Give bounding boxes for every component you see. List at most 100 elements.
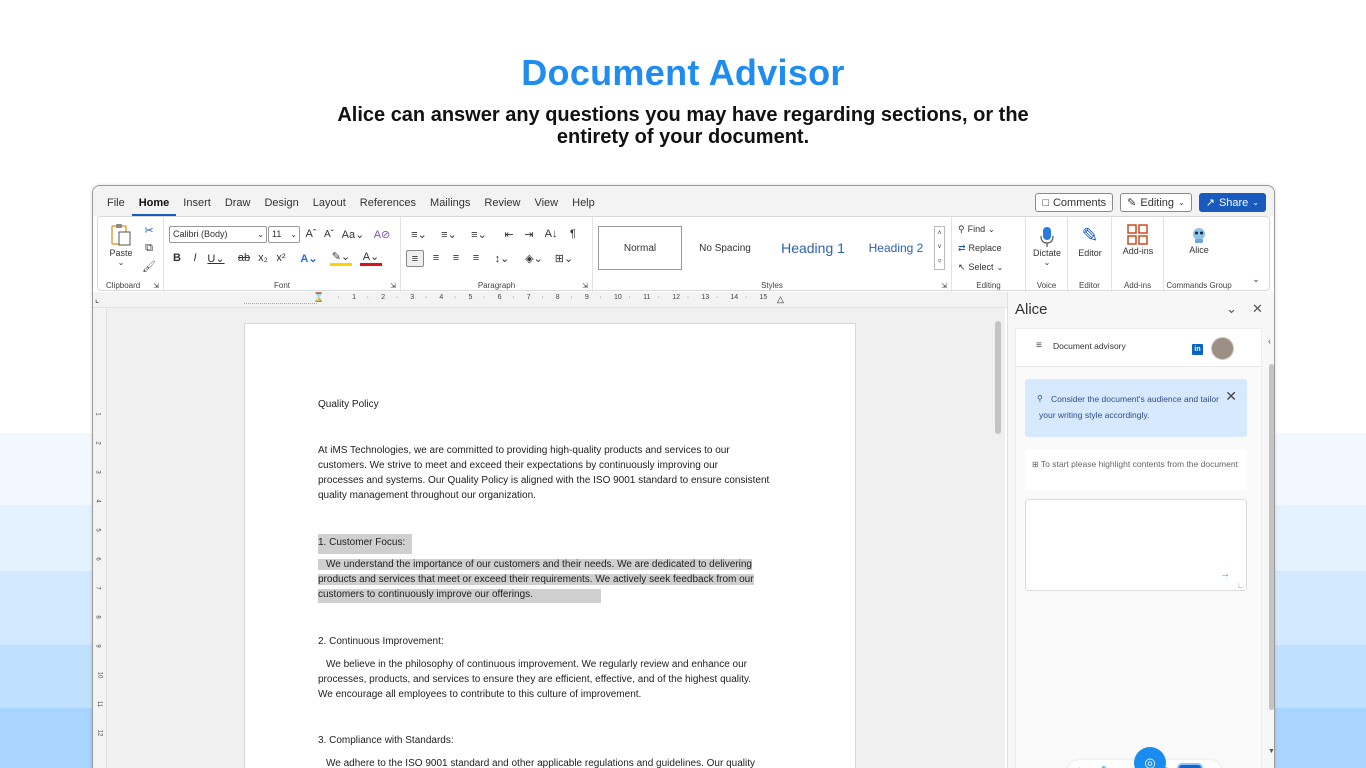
main-action-button[interactable]: ◎ xyxy=(1134,747,1166,768)
align-center-icon[interactable]: ≡ xyxy=(428,250,444,266)
borders-icon[interactable]: ⊞⌄ xyxy=(551,250,577,266)
dictate-button[interactable]: Dictate ⌄ xyxy=(1028,221,1066,271)
pane-options-chevron-icon[interactable]: ⌄ xyxy=(1226,301,1237,317)
vertical-ruler[interactable]: 1 2 3 4 5 6 7 8 9 10 11 12 xyxy=(93,308,107,768)
select-button[interactable]: ↖ Select ⌄ xyxy=(958,259,1020,275)
change-case-icon[interactable]: Aa⌄ xyxy=(341,226,365,242)
align-left-icon[interactable]: ≡ xyxy=(406,250,424,267)
increase-indent-icon[interactable]: ⇥ xyxy=(521,226,537,242)
close-icon[interactable]: ✕ xyxy=(1252,301,1263,317)
replace-icon: ⇄ xyxy=(958,242,966,253)
style-heading-2-label: Heading 2 xyxy=(868,241,924,255)
paste-button[interactable]: Paste ⌄ xyxy=(106,222,136,268)
mode-label: Document advisory xyxy=(1053,341,1126,351)
font-size-select[interactable]: 11 ⌄ xyxy=(268,226,300,243)
tab-selector-icon[interactable]: ⌞ xyxy=(95,294,99,305)
resize-handle-icon[interactable]: ∟ xyxy=(1237,581,1245,590)
editing-mode-button[interactable]: ✎ Editing ⌄ xyxy=(1120,193,1192,212)
style-no-spacing[interactable]: No Spacing xyxy=(684,226,766,270)
sort-icon[interactable]: A↓ xyxy=(543,226,559,242)
menu-design[interactable]: Design xyxy=(257,186,305,216)
underline-icon[interactable]: U⌄ xyxy=(206,250,226,266)
style-normal[interactable]: Normal xyxy=(598,226,682,270)
clear-formatting-icon[interactable]: A⊘ xyxy=(374,226,391,242)
menu-view[interactable]: View xyxy=(527,186,565,216)
menu-icon[interactable]: ≡ xyxy=(1036,340,1042,351)
superscript-icon[interactable]: x² xyxy=(274,250,288,266)
question-input[interactable]: → ∟ xyxy=(1025,499,1247,591)
menu-references[interactable]: References xyxy=(353,186,423,216)
dialog-launcher-icon[interactable]: ⇲ xyxy=(152,282,160,290)
pane-scrollbar[interactable]: ‹ ▼ xyxy=(1268,328,1274,768)
style-heading-1[interactable]: Heading 1 xyxy=(766,226,860,270)
text-effects-icon[interactable]: A⌄ xyxy=(298,250,320,266)
dialog-launcher-icon[interactable]: ⇲ xyxy=(940,282,948,290)
comments-button[interactable]: □ Comments xyxy=(1035,193,1114,212)
italic-icon[interactable]: I xyxy=(188,250,202,266)
addins-button[interactable]: Add-ins xyxy=(1116,221,1160,259)
alice-button[interactable]: Alice xyxy=(1178,221,1220,259)
show-formatting-icon[interactable]: ¶ xyxy=(565,226,581,242)
menu-insert[interactable]: Insert xyxy=(176,186,218,216)
scroll-down-icon: ˅ xyxy=(937,244,942,251)
addins-button-label: Add-ins xyxy=(1122,246,1154,256)
collapse-ribbon-icon[interactable]: ⌄ xyxy=(1251,274,1261,284)
cut-icon[interactable]: ✂ xyxy=(142,223,156,237)
hero-subtitle-line-1: Alice can answer any questions you may h… xyxy=(337,104,1029,126)
chevron-left-icon[interactable]: ‹ xyxy=(1268,336,1271,346)
strikethrough-icon[interactable]: ab xyxy=(236,250,252,266)
format-painter-icon[interactable]: 🖌 xyxy=(142,259,156,273)
font-color-icon[interactable]: A⌄ xyxy=(360,250,382,266)
vertical-ruler-label: 5 xyxy=(94,528,101,532)
ruler-dot: · xyxy=(395,294,399,301)
numbering-icon[interactable]: ≡⌄ xyxy=(436,226,462,242)
menu-help[interactable]: Help xyxy=(565,186,602,216)
bullets-icon[interactable]: ≡⌄ xyxy=(406,226,432,242)
doc-section-3-line-1: We adhere to the ISO 9001 standard and o… xyxy=(326,758,755,768)
linkedin-icon[interactable]: in xyxy=(1192,344,1203,355)
document-page[interactable]: Quality Policy At iMS Technologies, we a… xyxy=(244,323,856,768)
dialog-launcher-icon[interactable]: ⇲ xyxy=(581,282,589,290)
robot-icon xyxy=(1193,228,1205,243)
bold-icon[interactable]: B xyxy=(170,250,184,266)
font-family-select[interactable]: Calibri (Body) ⌄ xyxy=(169,226,267,243)
menu-home[interactable]: Home xyxy=(131,186,177,216)
ruler-label: 15 xyxy=(759,294,768,301)
menu-layout[interactable]: Layout xyxy=(306,186,353,216)
dialog-launcher-icon[interactable]: ⇲ xyxy=(389,282,397,290)
vertical-ruler-label: 1 xyxy=(94,412,101,416)
avatar[interactable] xyxy=(1211,337,1234,360)
menu-draw[interactable]: Draw xyxy=(218,186,258,216)
highlight-icon[interactable]: ✎⌄ xyxy=(330,250,352,266)
copy-icon[interactable]: ⧉ xyxy=(142,241,156,255)
line-spacing-icon[interactable]: ↕⌄ xyxy=(489,250,515,266)
document-scrollbar[interactable] xyxy=(995,321,1001,434)
menu-mailings[interactable]: Mailings xyxy=(423,186,477,216)
style-heading-2[interactable]: Heading 2 xyxy=(860,226,932,270)
shading-icon[interactable]: ◈⌄ xyxy=(521,250,547,266)
subscript-icon[interactable]: x₂ xyxy=(256,250,270,266)
multilevel-list-icon[interactable]: ≡⌄ xyxy=(466,226,492,242)
find-button[interactable]: ⚲ Find ⌄ xyxy=(958,221,1020,237)
justify-icon[interactable]: ≡ xyxy=(468,250,484,266)
styles-gallery-scroll[interactable]: ˄ ˅ ▿ xyxy=(934,226,945,270)
menu-file[interactable]: File xyxy=(100,186,132,216)
send-icon[interactable]: → xyxy=(1220,569,1230,580)
share-button[interactable]: ↗ Share ⌄ xyxy=(1198,193,1266,212)
grow-font-icon[interactable]: Aˆ xyxy=(304,226,318,242)
replace-button[interactable]: ⇄ Replace xyxy=(958,240,1020,256)
decrease-indent-icon[interactable]: ⇤ xyxy=(501,226,517,242)
chevron-down-icon: ⌄ xyxy=(996,262,1004,272)
headset-button[interactable]: ☊ xyxy=(1177,763,1203,768)
scroll-down-icon[interactable]: ▼ xyxy=(1268,748,1274,755)
menu-review[interactable]: Review xyxy=(477,186,527,216)
close-icon[interactable]: ✕ xyxy=(1225,388,1237,404)
editor-group-label: Editor xyxy=(1079,281,1100,290)
right-indent-marker-icon[interactable]: △ xyxy=(777,294,784,305)
editor-button[interactable]: ✎ Editor xyxy=(1070,221,1110,259)
ruler-dot: · xyxy=(453,294,457,301)
ruler-dot: · xyxy=(715,294,719,301)
pane-scroll-thumb[interactable] xyxy=(1269,364,1274,710)
align-right-icon[interactable]: ≡ xyxy=(448,250,464,266)
shrink-font-icon[interactable]: Aˇ xyxy=(322,226,336,242)
